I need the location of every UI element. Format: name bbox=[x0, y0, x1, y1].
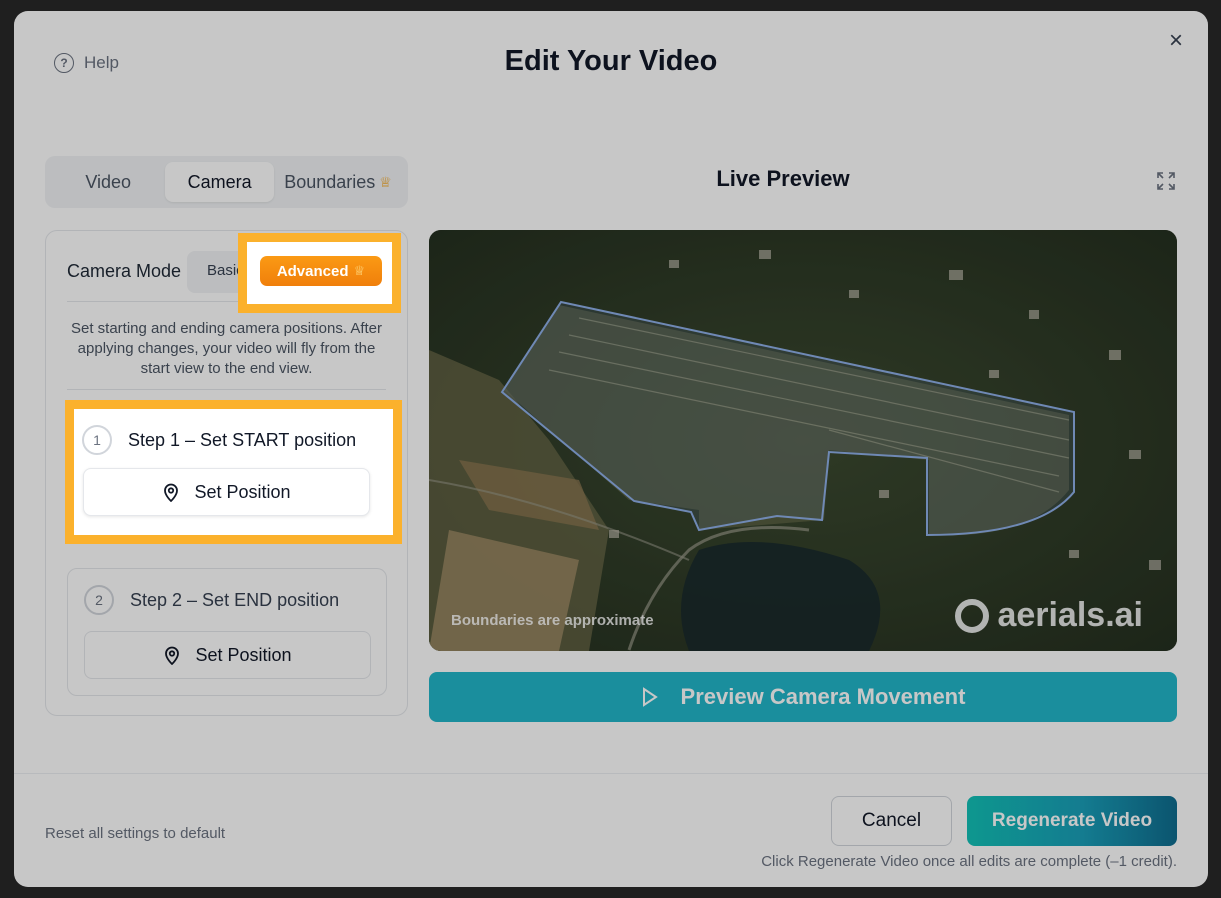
crown-icon: ♕ bbox=[353, 263, 366, 278]
step-1-title: Step 1 – Set START position bbox=[128, 429, 357, 450]
credit-note: Click Regenerate Video once all edits ar… bbox=[761, 853, 1177, 870]
step-2-number: 2 bbox=[84, 585, 114, 615]
step-2-title: Step 2 – Set END position bbox=[130, 589, 340, 610]
regenerate-video-button[interactable]: Regenerate Video bbox=[967, 796, 1177, 846]
camera-description: Set starting and ending camera positions… bbox=[70, 320, 382, 377]
set-start-position-button[interactable]: Set Position bbox=[83, 468, 370, 516]
divider bbox=[67, 389, 386, 390]
live-preview-map[interactable]: Boundaries are approximate aerials.ai bbox=[429, 230, 1177, 651]
step-2-header: 2 Step 2 – Set END position bbox=[84, 585, 339, 615]
aerial-map-image bbox=[429, 230, 1177, 651]
expand-icon[interactable] bbox=[1156, 171, 1176, 191]
reset-settings-link[interactable]: Reset all settings to default bbox=[45, 825, 225, 842]
modal-title: Edit Your Video bbox=[504, 45, 718, 77]
tab-boundaries-label: Boundaries bbox=[284, 171, 376, 192]
crown-icon: ♕ bbox=[379, 173, 392, 190]
step-1-header: 1 Step 1 – Set START position bbox=[82, 425, 356, 455]
set-end-position-button[interactable]: Set Position bbox=[84, 631, 371, 679]
brand-watermark: aerials.ai bbox=[955, 596, 1143, 635]
tab-boundaries[interactable]: Boundaries ♕ bbox=[274, 162, 402, 202]
step-2-card: 2 Step 2 – Set END position Set Position bbox=[67, 568, 387, 696]
boundaries-approx-note: Boundaries are approximate bbox=[451, 612, 654, 629]
tab-video[interactable]: Video bbox=[51, 162, 165, 202]
step-1-number: 1 bbox=[82, 425, 112, 455]
set-start-position-label: Set Position bbox=[194, 481, 291, 502]
preview-camera-movement-button[interactable]: Preview Camera Movement bbox=[429, 672, 1177, 722]
brand-name: aerials.ai bbox=[997, 596, 1143, 634]
footer-divider bbox=[14, 773, 1208, 774]
preview-camera-movement-label: Preview Camera Movement bbox=[680, 684, 966, 709]
tab-video-label: Video bbox=[85, 171, 132, 192]
advanced-mode-label: Advanced bbox=[276, 262, 349, 280]
live-preview-title: Live Preview bbox=[716, 166, 850, 191]
camera-mode-row: Camera Mode bbox=[67, 261, 185, 282]
tab-camera[interactable]: Camera bbox=[165, 162, 274, 202]
play-icon bbox=[642, 687, 658, 707]
tab-camera-label: Camera bbox=[187, 171, 252, 192]
cancel-label: Cancel bbox=[861, 810, 922, 831]
map-pin-icon bbox=[164, 483, 179, 502]
set-end-position-label: Set Position bbox=[195, 644, 292, 665]
tab-bar: Video Camera Boundaries ♕ bbox=[45, 156, 408, 208]
advanced-mode-button[interactable]: Advanced ♕ bbox=[260, 256, 382, 286]
aerials-logo-icon bbox=[955, 598, 990, 633]
camera-mode-label: Camera Mode bbox=[67, 261, 182, 281]
cancel-button[interactable]: Cancel bbox=[831, 796, 952, 846]
close-icon[interactable]: × bbox=[1164, 29, 1188, 53]
map-pin-icon bbox=[165, 646, 180, 665]
step-1-highlight: 1 Step 1 – Set START position Set Positi… bbox=[65, 400, 402, 544]
regenerate-label: Regenerate Video bbox=[991, 810, 1153, 831]
advanced-mode-highlight: Advanced ♕ bbox=[238, 233, 401, 313]
